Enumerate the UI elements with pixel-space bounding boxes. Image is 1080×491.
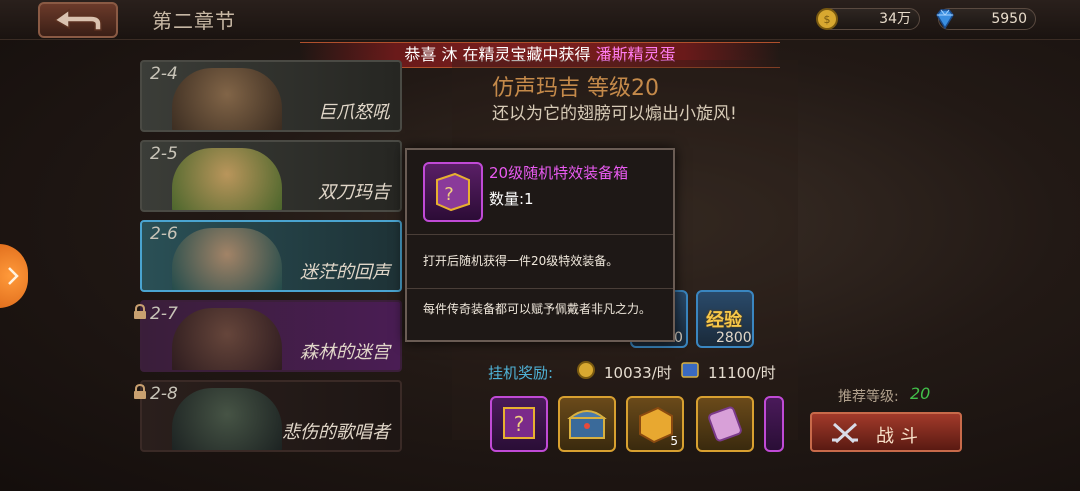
chapter-title: 第二章节 — [152, 9, 236, 33]
drop-item-scroll[interactable] — [696, 396, 754, 452]
item-count: 5 — [670, 434, 678, 448]
monster-portrait — [172, 148, 282, 210]
monster-portrait — [172, 388, 282, 450]
notice-text-1: 恭喜 — [404, 45, 437, 64]
recommended-level-value: 20 — [910, 384, 931, 403]
divider — [407, 288, 673, 289]
drop-item-chest[interactable] — [558, 396, 616, 452]
stage-number: 2-7 — [150, 304, 178, 324]
monster-description: 还以为它的翅膀可以煽出小旋风! — [492, 104, 737, 124]
stage-name: 悲伤的歌唱者 — [282, 422, 390, 443]
gem-value: 5950 — [991, 11, 1027, 27]
popup-item-icon: ? — [423, 162, 483, 222]
stage-number: 2-5 — [150, 144, 178, 164]
exp-book-icon — [681, 362, 699, 378]
stage-number: 2-4 — [150, 64, 178, 84]
drop-item-equipment-box[interactable]: ? — [490, 396, 548, 452]
svg-text:?: ? — [514, 412, 525, 436]
mystery-box-icon: ? — [436, 172, 470, 212]
popup-item-title: 20级随机特效装备箱 — [489, 164, 629, 182]
coin-value: 34万 — [879, 11, 911, 27]
reward-value: 0 — [674, 330, 683, 346]
stage-number: 2-8 — [150, 384, 178, 404]
monster-portrait — [172, 308, 282, 370]
exp-label: 经验 — [706, 310, 742, 331]
mystery-box-icon: ? — [503, 407, 535, 439]
coin-icon: $ — [816, 8, 838, 30]
monster-portrait — [172, 68, 282, 130]
item-tooltip-popup: ? 20级随机特效装备箱 数量:1 打开后随机获得一件20级特效装备。 每件传奇… — [405, 148, 675, 342]
popup-description-2: 每件传奇装备都可以赋予佩戴者非凡之力。 — [423, 302, 652, 316]
back-arrow-icon — [53, 8, 102, 31]
popup-description-1: 打开后随机获得一件20级特效装备。 — [423, 254, 619, 268]
treasure-chest-icon — [567, 410, 607, 439]
top-bar: 第二章节 $ 34万 5950 — [0, 0, 1080, 40]
monster-portrait — [172, 228, 282, 290]
stage-card-2-5[interactable]: 2-5 双刀玛吉 — [140, 140, 402, 212]
battle-button[interactable]: 战斗 — [810, 412, 962, 452]
divider — [407, 234, 673, 235]
scroll-icon — [708, 406, 742, 442]
popup-item-quantity: 数量:1 — [489, 190, 534, 208]
coin-counter: $ 34万 — [816, 8, 920, 30]
stage-name: 双刀玛吉 — [318, 182, 390, 203]
drop-item-gold-box[interactable]: 5 — [626, 396, 684, 452]
idle-reward-label: 挂机奖励: — [488, 364, 554, 382]
stage-name: 迷茫的回声 — [300, 262, 390, 283]
battle-button-label: 战斗 — [876, 426, 924, 447]
stage-card-2-7[interactable]: 2-7 森林的迷宫 — [140, 300, 402, 372]
stage-name: 森林的迷宫 — [300, 342, 390, 363]
lock-icon — [134, 304, 146, 319]
idle-coin-rate: 10033/时 — [604, 364, 672, 382]
stage-card-2-6[interactable]: 2-6 迷茫的回声 — [140, 220, 402, 292]
monster-title: 仿声玛吉 等级20 — [492, 76, 659, 101]
stage-card-2-4[interactable]: 2-4 巨爪怒吼 — [140, 60, 402, 132]
stage-number: 2-6 — [150, 224, 178, 244]
stage-name: 巨爪怒吼 — [318, 102, 390, 123]
gem-icon — [936, 9, 954, 30]
exp-value: 2800 — [716, 330, 752, 346]
back-button[interactable] — [38, 2, 118, 38]
svg-text:$: $ — [824, 13, 831, 26]
drop-item-partial[interactable] — [764, 396, 784, 452]
recommended-level-label: 推荐等级: — [838, 389, 899, 405]
idle-exp-rate: 11100/时 — [708, 364, 776, 382]
coin-icon — [577, 361, 595, 379]
chevron-right-icon — [8, 267, 19, 285]
stage-card-2-8[interactable]: 2-8 悲伤的歌唱者 — [140, 380, 402, 452]
crossed-swords-icon — [832, 422, 858, 444]
gem-counter: 5950 — [936, 8, 1036, 30]
lock-icon — [134, 384, 146, 399]
svg-text:?: ? — [444, 184, 454, 205]
